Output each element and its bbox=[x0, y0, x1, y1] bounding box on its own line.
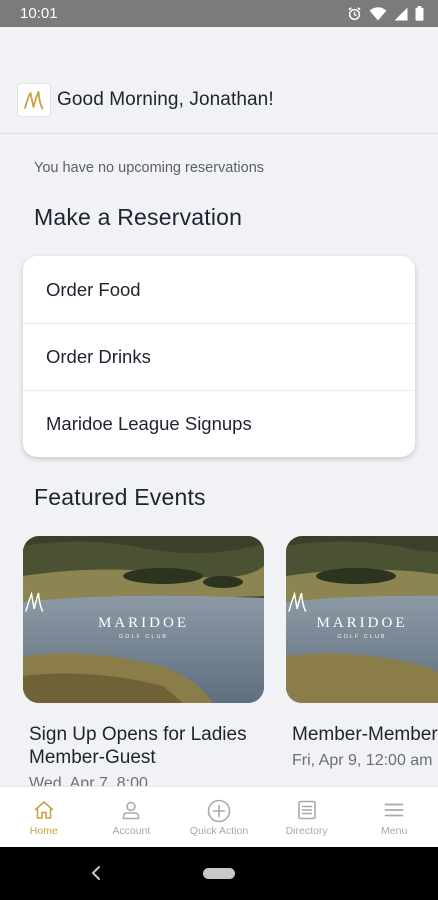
event-brand-sub: GOLF CLUB bbox=[118, 634, 169, 640]
featured-events-title: Featured Events bbox=[34, 484, 206, 510]
event-image: MARIDOE GOLF CLUB bbox=[23, 536, 264, 703]
bottom-nav: Home Account Quick Action Directory Menu bbox=[0, 786, 438, 847]
event-image: MARIDOE GOLF CLUB bbox=[286, 536, 438, 703]
home-pill-button[interactable] bbox=[203, 868, 235, 879]
event-date: Fri, Apr 9, 12:00 am bbox=[292, 752, 433, 769]
back-icon[interactable] bbox=[88, 865, 104, 881]
reservation-card: Order Food Order Drinks Maridoe League S… bbox=[23, 256, 415, 457]
event-title: Member-Member bbox=[286, 723, 438, 746]
event-title-line1: Sign Up Opens for Ladies bbox=[29, 724, 247, 745]
event-brand-logo: MARIDOE GOLF CLUB bbox=[286, 590, 438, 640]
nav-account-label: Account bbox=[112, 825, 151, 837]
maridoe-m-icon bbox=[25, 591, 44, 612]
featured-events-carousel[interactable]: MARIDOE GOLF CLUB Sign Up Opens for Ladi… bbox=[0, 536, 438, 786]
home-icon bbox=[34, 801, 54, 819]
event-card[interactable]: MARIDOE GOLF CLUB Sign Up Opens for Ladi… bbox=[23, 536, 264, 786]
league-signups-item[interactable]: Maridoe League Signups bbox=[23, 390, 415, 457]
battery-icon bbox=[415, 6, 424, 21]
menu-icon bbox=[384, 803, 404, 817]
event-brand-logo: MARIDOE GOLF CLUB bbox=[23, 590, 264, 640]
status-time: 10:01 bbox=[20, 5, 58, 22]
alarm-icon bbox=[348, 7, 361, 21]
greeting-text: Good Morning, Jonathan! bbox=[57, 89, 274, 110]
nav-menu[interactable]: Menu bbox=[350, 787, 438, 847]
nav-home-label: Home bbox=[29, 825, 58, 837]
android-nav-bar bbox=[0, 847, 438, 900]
nav-quick-action-label: Quick Action bbox=[189, 825, 249, 837]
nav-directory[interactable]: Directory bbox=[263, 787, 351, 847]
status-bar: 10:01 bbox=[0, 0, 438, 27]
maridoe-logo-icon bbox=[17, 83, 51, 117]
nav-quick-action[interactable]: Quick Action bbox=[175, 787, 263, 847]
directory-icon bbox=[297, 800, 316, 820]
event-title-line1: Member-Member bbox=[292, 724, 438, 745]
signal-icon bbox=[394, 7, 408, 20]
event-card[interactable]: MARIDOE GOLF CLUB Member-Member Fri, Apr… bbox=[286, 536, 438, 770]
event-date: Wed, Apr 7, 8:00 bbox=[29, 775, 148, 786]
event-brand-name: MARIDOE bbox=[98, 615, 189, 631]
make-reservation-title: Make a Reservation bbox=[34, 204, 243, 230]
event-brand-sub: GOLF CLUB bbox=[337, 634, 387, 640]
greeting-header: Good Morning, Jonathan! bbox=[17, 83, 438, 117]
order-food-item[interactable]: Order Food bbox=[23, 256, 415, 323]
nav-account[interactable]: Account bbox=[88, 787, 176, 847]
event-title: Sign Up Opens for Ladies Member-Guest bbox=[23, 723, 264, 769]
person-icon bbox=[123, 801, 140, 820]
status-icons bbox=[347, 6, 424, 21]
header-divider bbox=[0, 133, 438, 134]
nav-menu-label: Menu bbox=[381, 825, 408, 837]
maridoe-m-icon bbox=[288, 591, 307, 612]
plus-circle-icon bbox=[207, 799, 231, 823]
event-brand-name: MARIDOE bbox=[316, 615, 408, 631]
no-reservations-message: You have no upcoming reservations bbox=[34, 160, 265, 176]
wifi-icon bbox=[369, 6, 387, 20]
order-drinks-item[interactable]: Order Drinks bbox=[23, 323, 415, 390]
event-title-line2: Member-Guest bbox=[29, 747, 156, 768]
nav-home[interactable]: Home bbox=[0, 787, 88, 847]
nav-directory-label: Directory bbox=[285, 825, 328, 837]
